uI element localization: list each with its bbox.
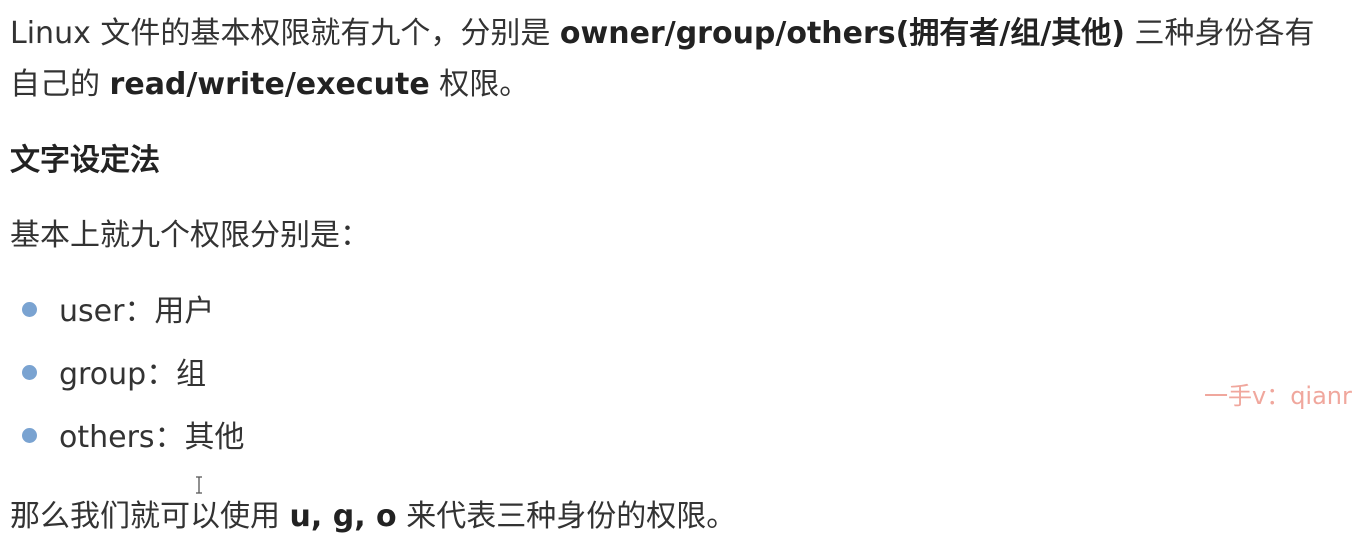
intro-bold-identities: owner/group/others(拥有者/组/其他): [559, 16, 1125, 51]
conclusion-bold-ugo: u, g, o: [289, 499, 397, 534]
list-item-others: others：其他: [22, 415, 245, 461]
list-item-label: group：组: [59, 357, 207, 392]
section-subtext: 基本上就九个权限分别是：: [10, 218, 370, 253]
list-item-group: group：组: [22, 352, 206, 398]
conclusion-paragraph: 那么我们就可以使用 u, g, o 来代表三种身份的权限。: [10, 494, 736, 540]
section-heading: 文字设定法: [10, 143, 160, 178]
intro-bold-permissions: read/write/execute: [109, 67, 430, 102]
list-item-label: user：用户: [59, 294, 215, 329]
bullet-icon: [22, 365, 37, 380]
intro-text-3: 权限。: [429, 67, 530, 102]
text-cursor-icon: [196, 476, 202, 494]
conclusion-text-2: 来代表三种身份的权限。: [396, 499, 737, 534]
bullet-icon: [22, 428, 37, 443]
list-item-label: others：其他: [59, 420, 245, 455]
list-item-user: user：用户: [22, 289, 214, 335]
bullet-icon: [22, 302, 37, 317]
intro-paragraph: Linux 文件的基本权限就有九个，分别是 owner/group/others…: [10, 8, 1340, 110]
watermark-text: 一手v：qianr: [1204, 382, 1352, 410]
conclusion-text-1: 那么我们就可以使用: [10, 499, 290, 534]
intro-text-1: Linux 文件的基本权限就有九个，分别是: [10, 16, 560, 51]
